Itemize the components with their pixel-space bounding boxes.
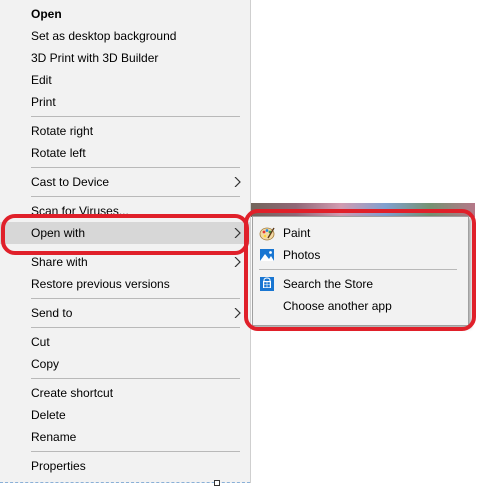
menu-item-label: Share with [31, 255, 88, 269]
submenu-item-photos[interactable]: Photos [253, 244, 468, 266]
menu-item-3d-print[interactable]: 3D Print with 3D Builder [0, 47, 250, 69]
menu-item-label: 3D Print with 3D Builder [31, 51, 159, 65]
menu-item-copy[interactable]: Copy [0, 353, 250, 375]
menu-item-open[interactable]: Open [0, 3, 250, 25]
photos-icon [260, 249, 274, 261]
menu-item-label: Open [31, 7, 62, 21]
background-image-strip [251, 203, 475, 217]
menu-item-label: Rotate right [31, 124, 94, 138]
menu-item-label: Scan for Viruses... [31, 204, 129, 218]
menu-separator [31, 167, 240, 168]
submenu-item-label: Search the Store [283, 277, 374, 291]
menu-item-label: Edit [31, 73, 52, 87]
menu-separator [31, 451, 240, 452]
menu-item-send-to[interactable]: Send to [0, 302, 250, 324]
menu-separator [31, 298, 240, 299]
menu-item-scan-for-viruses[interactable]: Scan for Viruses... [0, 200, 250, 222]
menu-item-edit[interactable]: Edit [0, 69, 250, 91]
menu-separator [31, 327, 240, 328]
menu-separator [31, 196, 240, 197]
submenu-item-paint[interactable]: Paint [253, 222, 468, 244]
menu-item-label: Rotate left [31, 146, 86, 160]
menu-item-label: Print [31, 95, 56, 109]
submenu-item-label: Photos [283, 248, 321, 262]
menu-separator [31, 116, 240, 117]
menu-item-label: Set as desktop background [31, 29, 177, 43]
menu-item-label: Create shortcut [31, 386, 114, 400]
store-icon [260, 277, 274, 291]
menu-item-label: Properties [31, 459, 86, 473]
menu-item-cast-to-device[interactable]: Cast to Device [0, 171, 250, 193]
submenu-item-label: Choose another app [283, 299, 392, 313]
menu-item-delete[interactable]: Delete [0, 404, 250, 426]
menu-item-rotate-right[interactable]: Rotate right [0, 120, 250, 142]
menu-item-set-desktop-background[interactable]: Set as desktop background [0, 25, 250, 47]
chevron-right-icon [234, 257, 241, 267]
menu-item-print[interactable]: Print [0, 91, 250, 113]
menu-item-create-shortcut[interactable]: Create shortcut [0, 382, 250, 404]
menu-item-properties[interactable]: Properties [0, 455, 250, 477]
menu-separator [31, 378, 240, 379]
menu-item-label: Open with [31, 226, 86, 240]
menu-item-share-with[interactable]: Share with [0, 251, 250, 273]
menu-item-label: Send to [31, 306, 73, 320]
open-with-submenu: Paint Photos Search the Store Choose ano… [252, 216, 469, 326]
menu-item-label: Restore previous versions [31, 277, 170, 291]
menu-item-label: Cut [31, 335, 50, 349]
chevron-right-icon [234, 228, 241, 238]
submenu-item-search-the-store[interactable]: Search the Store [253, 273, 468, 295]
paint-icon [259, 227, 275, 241]
chevron-right-icon [234, 177, 241, 187]
submenu-item-choose-another-app[interactable]: Choose another app [253, 295, 468, 317]
menu-item-label: Rename [31, 430, 77, 444]
menu-item-cut[interactable]: Cut [0, 331, 250, 353]
menu-item-label: Copy [31, 357, 60, 371]
menu-item-open-with[interactable]: Open with [0, 222, 250, 244]
menu-item-rotate-left[interactable]: Rotate left [0, 142, 250, 164]
submenu-separator [259, 269, 457, 270]
selection-dashed-border [0, 482, 250, 483]
resize-handle[interactable] [214, 480, 220, 486]
submenu-item-label: Paint [283, 226, 311, 240]
menu-item-rename[interactable]: Rename [0, 426, 250, 448]
context-menu: Open Set as desktop background 3D Print … [0, 0, 251, 483]
chevron-right-icon [234, 308, 241, 318]
menu-item-restore-previous-versions[interactable]: Restore previous versions [0, 273, 250, 295]
menu-item-label: Delete [31, 408, 66, 422]
menu-item-label: Cast to Device [31, 175, 110, 189]
